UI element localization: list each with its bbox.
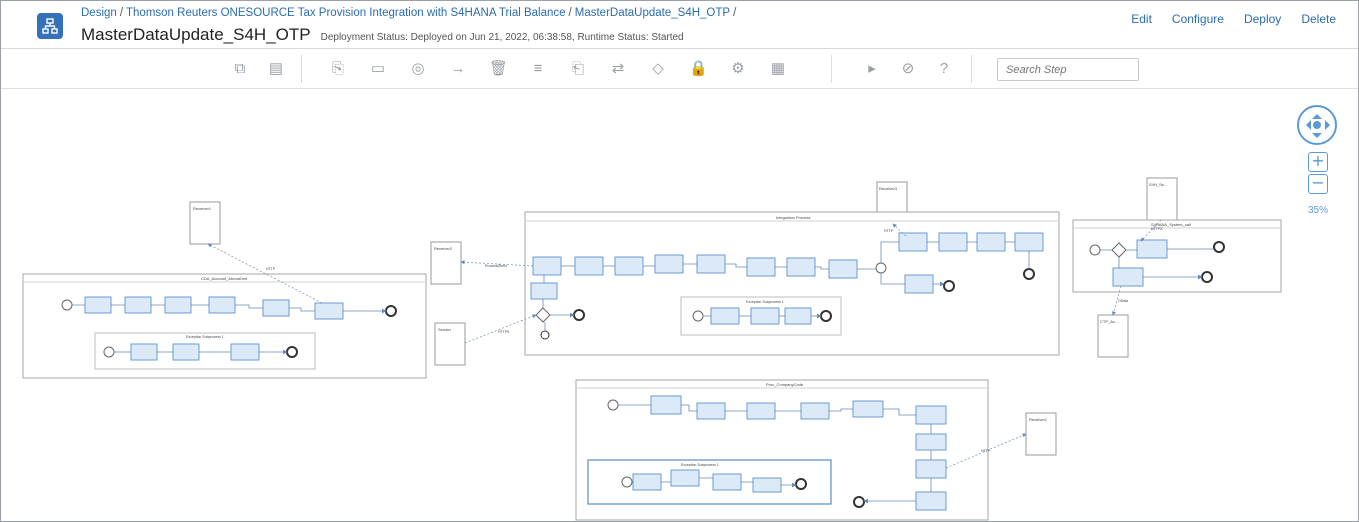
delete-button[interactable]: Delete [1301,12,1336,26]
breadcrumb-artifact[interactable]: MasterDataUpdate_S4H_OTP [575,7,730,19]
routing-icon[interactable]: ⇄ [609,60,627,78]
connection-label: OData [1118,299,1128,303]
pan-up-icon[interactable] [1312,109,1322,119]
participant-label: CTP_Ac... [1100,319,1118,324]
event-icon[interactable]: ◎ [409,60,427,78]
palette-toolbar: ⧉ ▤ ⎘ ▭ ◎ → 🗑 ≡ ⎗ ⇄ ◇ 🔒 ⚙ ▦ ▸ ⊘ ? [1,49,1358,89]
app-frame: Design / Thomson Reuters ONESOURCE Tax Pro… [0,0,1359,522]
search-step-input[interactable] [997,58,1139,81]
connection-label: HTTP [266,267,276,271]
pan-right-icon[interactable] [1325,120,1335,130]
participant-label: Receiver1 [193,206,212,211]
breadcrumb-separator: / [568,7,572,19]
title-row: MasterDataUpdate_S4H_OTP Deployment Stat… [81,25,684,45]
participant-label: Receiver2 [434,246,453,251]
pan-center-icon[interactable] [1313,121,1321,129]
toolbar-divider [971,55,972,83]
pan-down-icon[interactable] [1312,133,1322,143]
integration-flow-icon [37,13,63,39]
toolbar-divider [831,55,832,83]
subprocess-title: Exception Subprocess 1 [681,463,719,467]
participant-label: Sender [438,327,452,332]
breadcrumb-separator: / [119,7,124,19]
participant-s4-receiver[interactable]: CTP_Ac... [1097,314,1129,358]
validator-icon[interactable]: ▦ [769,60,787,78]
persistence-icon[interactable]: ⚙ [729,60,747,78]
help-icon[interactable]: ? [935,60,953,78]
call-icon[interactable]: ⎗ [569,60,587,78]
zoom-level-label: 35% [1307,205,1328,216]
message-icon[interactable]: ≡ [529,60,547,78]
connection-label: HTTP [981,449,991,453]
participant-label: Receiver1 [1029,417,1048,422]
pool-title: CDA_Account_AheadOnit [201,276,248,281]
container-icon[interactable]: ▭ [369,60,387,78]
participant-receiver-bottom[interactable]: Receiver1 [1025,412,1057,456]
breadcrumb-design[interactable]: Design [81,7,117,19]
zoom-in-button[interactable]: + [1308,152,1328,172]
breadcrumb-separator: / [733,7,737,19]
deployment-status: Deployment Status: Deployed on Jun 21, 2… [320,32,684,43]
header-bar: Design / Thomson Reuters ONESOURCE Tax Pro… [1,1,1358,49]
connection-label: HTTP [884,229,894,233]
security-icon[interactable]: 🔒 [689,60,708,78]
edit-button[interactable]: Edit [1131,12,1152,26]
participant-s4-sender[interactable]: S4H_Se... [1146,177,1178,221]
copy-icon[interactable]: ⧉ [231,60,249,78]
pan-navigation-control[interactable] [1297,105,1337,145]
add-step-icon[interactable]: ⎘ [329,60,347,78]
subprocess-title: Exception Subprocess 1 [746,300,784,304]
flow-diagram[interactable]: Receiver1 Receiver2 Sender Receiver3 S4H… [1,90,1358,522]
zoom-out-button[interactable]: − [1308,174,1328,194]
integration-flow-canvas[interactable]: Receiver1 Receiver2 Sender Receiver3 S4H… [1,90,1358,522]
connector-arrow-icon[interactable]: → [449,60,467,78]
pool-title: Integration Process [776,215,810,220]
breadcrumb-package[interactable]: Thomson Reuters ONESOURCE Tax Provision … [126,7,566,19]
participant-label: Receiver3 [879,186,898,191]
connection-label: HTTPS [1151,227,1163,231]
participant-receiver1[interactable]: Receiver1 [189,201,221,245]
page-title: MasterDataUpdate_S4H_OTP [81,25,311,44]
participant-label: S4H_Se... [1149,182,1167,187]
connection-label: HTTPS [498,330,510,334]
toolbar-divider [301,55,302,83]
header-actions: Edit Configure Deploy Delete [1131,12,1336,26]
breadcrumb: Design / Thomson Reuters ONESOURCE Tax Pro… [81,7,739,19]
pan-left-icon[interactable] [1301,120,1311,130]
cancel-simulation-icon[interactable]: ⊘ [899,60,917,78]
delete-icon[interactable]: 🗑 [489,60,508,78]
gateway-icon[interactable]: ◇ [649,60,667,78]
subprocess-title: Exception Subprocess 1 [186,335,224,339]
pool-right[interactable]: S4HANA_System_call [1072,219,1282,293]
deploy-button[interactable]: Deploy [1244,12,1281,26]
pool-title: Proc_CompanyCode [766,382,804,387]
connection-label: ProcessDirect [485,264,507,268]
paste-icon[interactable]: ▤ [267,60,285,78]
simulate-icon[interactable]: ▸ [863,60,881,78]
participant-sender[interactable]: Sender [434,322,466,366]
participant-receiver2[interactable]: Receiver2 [430,241,462,285]
configure-button[interactable]: Configure [1172,12,1224,26]
pool-left[interactable]: CDA_Account_AheadOnit Exception Subproce… [22,273,427,379]
